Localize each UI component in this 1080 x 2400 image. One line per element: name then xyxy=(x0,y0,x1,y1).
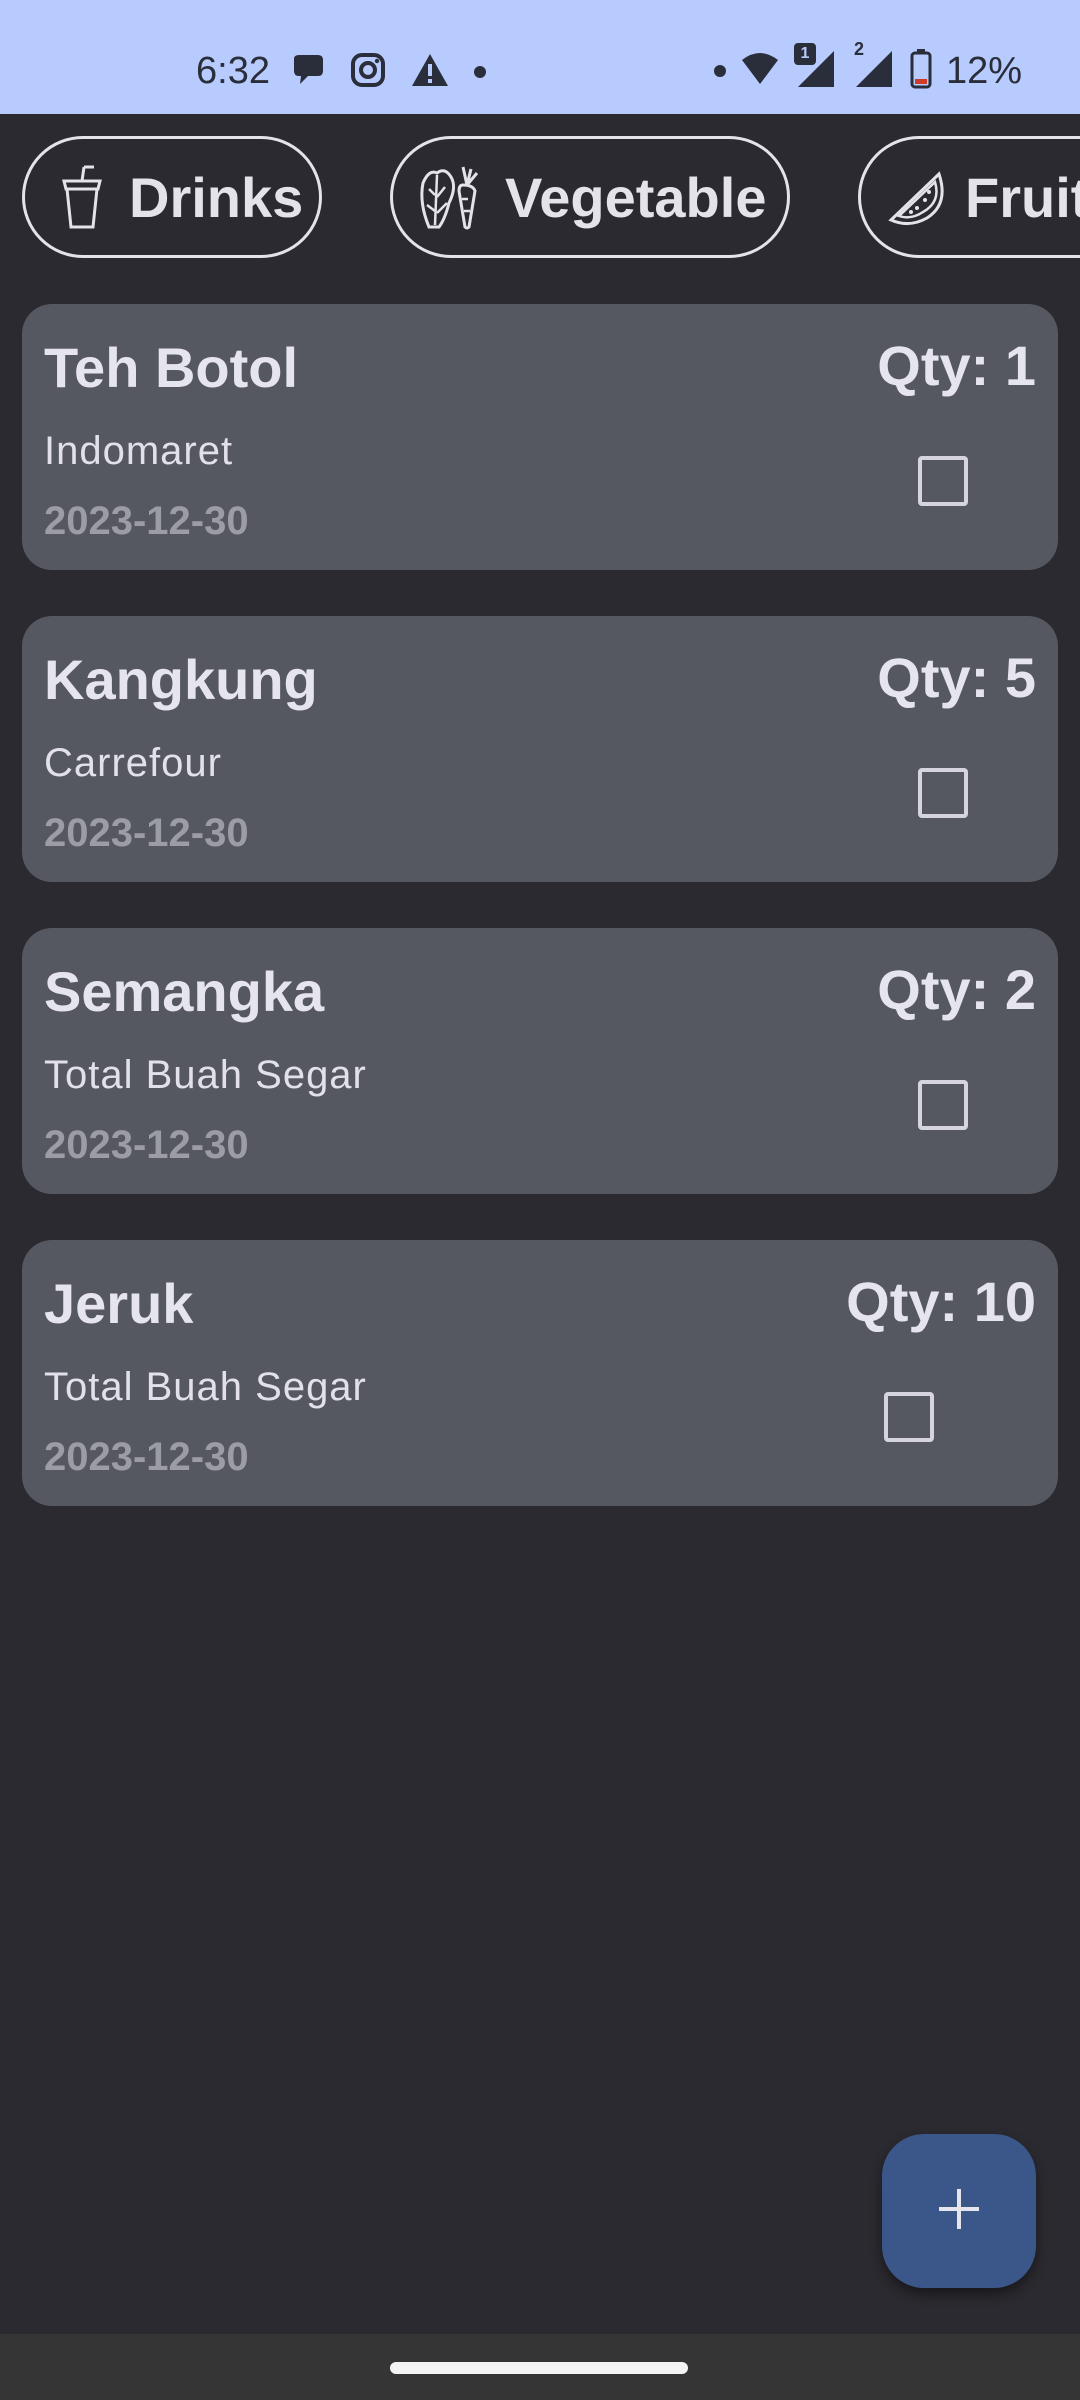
item-name: Jeruk xyxy=(44,1272,194,1335)
item-qty: Qty: 5 xyxy=(877,646,1036,709)
instagram-icon xyxy=(350,52,386,93)
home-gesture-handle[interactable] xyxy=(390,2362,688,2374)
wifi-icon xyxy=(740,52,780,91)
item-store: Indomaret xyxy=(44,429,234,473)
item-card[interactable]: Kangkung Carrefour 2023-12-30 Qty: 5 xyxy=(22,616,1058,882)
dot-icon xyxy=(713,65,726,77)
chip-vegetable[interactable]: Vegetable xyxy=(390,136,790,258)
item-name: Semangka xyxy=(44,960,325,1023)
item-date: 2023-12-30 xyxy=(44,1123,249,1167)
chip-fruit[interactable]: Fruit xyxy=(858,136,1080,258)
warning-icon xyxy=(410,52,450,93)
chip-label: Vegetable xyxy=(505,165,767,229)
item-checkbox[interactable] xyxy=(918,1080,968,1130)
item-store: Carrefour xyxy=(44,741,222,785)
item-card[interactable]: Teh Botol Indomaret 2023-12-30 Qty: 1 xyxy=(22,304,1058,570)
battery-icon xyxy=(910,48,932,94)
watermelon-icon xyxy=(887,162,945,232)
item-store: Total Buah Segar xyxy=(44,1365,367,1409)
item-checkbox[interactable] xyxy=(884,1392,934,1442)
item-qty: Qty: 2 xyxy=(877,958,1036,1021)
item-card[interactable]: Semangka Total Buah Segar 2023-12-30 Qty… xyxy=(22,928,1058,1194)
item-store: Total Buah Segar xyxy=(44,1053,367,1097)
signal-icon: 1 xyxy=(793,42,838,96)
category-chips: Drinks Vegetable Fruit xyxy=(0,136,1080,262)
item-checkbox[interactable] xyxy=(918,768,968,818)
chip-label: Drinks xyxy=(129,165,304,229)
notification-icons xyxy=(290,50,486,94)
item-date: 2023-12-30 xyxy=(44,811,249,855)
item-qty: Qty: 1 xyxy=(877,334,1036,397)
item-name: Teh Botol xyxy=(44,336,299,399)
item-date: 2023-12-30 xyxy=(44,1435,249,1479)
add-item-button[interactable] xyxy=(882,2134,1036,2288)
signal-icon: 2 xyxy=(852,39,896,96)
sim2-label: 2 xyxy=(853,38,864,59)
status-time: 6:32 xyxy=(196,50,270,92)
status-bar: 6:32 1 2 12% xyxy=(0,0,1080,114)
sim-badge: 1 xyxy=(793,42,816,65)
item-checkbox[interactable] xyxy=(918,456,968,506)
drink-cup-icon xyxy=(55,162,109,232)
battery-percent: 12% xyxy=(945,50,1022,92)
item-date: 2023-12-30 xyxy=(44,499,249,543)
vegetable-icon xyxy=(415,162,485,232)
system-icons: 1 2 12% xyxy=(713,39,1022,96)
chat-bubble-icon xyxy=(290,53,326,92)
dot-icon xyxy=(474,66,486,78)
plus-icon xyxy=(937,2187,981,2236)
item-qty: Qty: 10 xyxy=(846,1270,1036,1333)
item-card[interactable]: Jeruk Total Buah Segar 2023-12-30 Qty: 1… xyxy=(22,1240,1058,1506)
item-name: Kangkung xyxy=(44,648,318,711)
chip-drinks[interactable]: Drinks xyxy=(22,136,322,258)
chip-label: Fruit xyxy=(965,165,1080,229)
